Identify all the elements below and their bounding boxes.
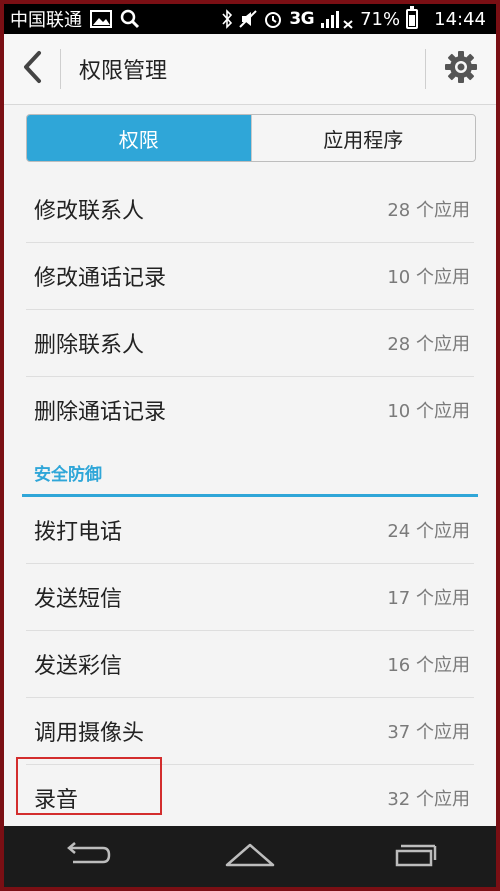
search-icon — [120, 9, 140, 29]
alarm-icon — [263, 9, 283, 29]
list-item[interactable]: 删除通话记录 10 个应用 — [26, 377, 474, 443]
list-item-count: 32 个应用 — [387, 789, 470, 810]
list-item[interactable]: 删除联系人 28 个应用 — [26, 310, 474, 377]
tab-applications[interactable]: 应用程序 — [250, 115, 475, 161]
tab-permissions[interactable]: 权限 — [27, 115, 251, 161]
list-item-label: 删除通话记录 — [34, 400, 167, 425]
list-item-label: 发送短信 — [34, 587, 123, 612]
battery-icon — [406, 6, 419, 29]
bluetooth-icon — [221, 9, 233, 29]
network-type: 3G — [289, 9, 315, 29]
list-item-label: 删除联系人 — [34, 333, 145, 358]
list-item-label: 修改联系人 — [34, 199, 145, 224]
page-title: 权限管理 — [79, 59, 168, 84]
action-bar-divider — [60, 49, 61, 89]
action-bar: 权限管理 — [4, 34, 496, 105]
section-header: 安全防御 — [22, 443, 478, 497]
permission-list: 修改联系人 28 个应用 修改通话记录 10 个应用 删除联系人 28 个应用 … — [4, 176, 496, 831]
list-item-label: 调用摄像头 — [34, 721, 145, 746]
list-item[interactable]: 修改通话记录 10 个应用 — [26, 243, 474, 310]
list-item[interactable]: 调用摄像头 37 个应用 — [26, 698, 474, 765]
clock: 14:44 — [434, 8, 486, 30]
back-nav-icon — [61, 841, 111, 872]
status-bar: 中国联通 3G 71% 14:44 — [4, 4, 496, 34]
image-icon — [90, 10, 112, 28]
section-title: 安全防御 — [34, 465, 102, 485]
chevron-left-icon — [21, 50, 43, 88]
back-button[interactable] — [4, 34, 60, 104]
list-item-count: 10 个应用 — [387, 267, 470, 288]
list-item-label: 录音 — [34, 788, 79, 813]
nav-back-button[interactable] — [46, 832, 126, 882]
nav-home-button[interactable] — [210, 832, 290, 882]
system-nav-bar — [4, 826, 496, 887]
list-item[interactable]: 修改联系人 28 个应用 — [26, 176, 474, 243]
list-item-count: 37 个应用 — [387, 722, 470, 743]
mute-icon — [239, 9, 258, 29]
list-item-count: 28 个应用 — [387, 334, 470, 355]
list-item-count: 10 个应用 — [387, 401, 470, 422]
list-item[interactable]: 录音 32 个应用 — [26, 765, 474, 831]
list-item-label: 拨打电话 — [34, 520, 123, 545]
home-nav-icon — [224, 841, 276, 873]
list-item[interactable]: 发送彩信 16 个应用 — [26, 631, 474, 698]
list-item-count: 24 个应用 — [387, 521, 470, 542]
nav-recents-button[interactable] — [374, 832, 454, 882]
carrier-label: 中国联通 — [10, 10, 82, 31]
settings-button[interactable] — [426, 34, 496, 104]
list-item-count: 28 个应用 — [387, 200, 470, 221]
list-item[interactable]: 发送短信 17 个应用 — [26, 564, 474, 631]
signal-icon — [320, 9, 354, 29]
list-item-label: 修改通话记录 — [34, 266, 167, 291]
recents-nav-icon — [389, 842, 439, 872]
battery-percent: 71% — [360, 8, 401, 30]
gear-icon — [444, 50, 478, 88]
list-item[interactable]: 拨打电话 24 个应用 — [26, 497, 474, 564]
list-item-count: 16 个应用 — [387, 655, 470, 676]
list-item-label: 发送彩信 — [34, 654, 123, 679]
phone-screen: 中国联通 3G 71% 14:44 权限管理 权限 应用程序 修改联系人 28 … — [4, 4, 496, 887]
list-item-count: 17 个应用 — [387, 588, 470, 609]
tab-switcher: 权限 应用程序 — [26, 114, 476, 162]
